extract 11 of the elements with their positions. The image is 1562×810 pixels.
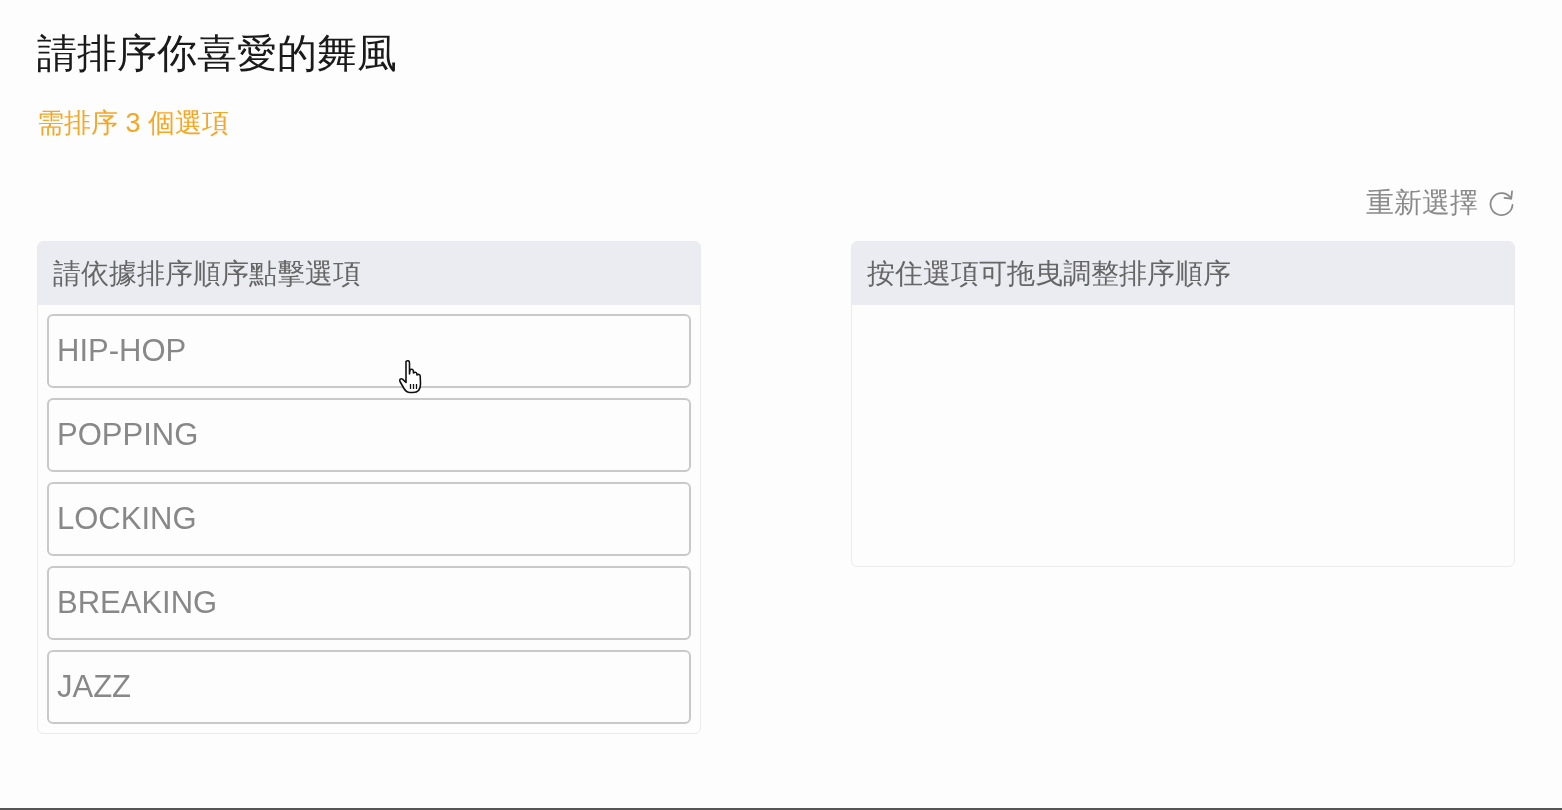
option-item[interactable]: HIP-HOP	[47, 314, 691, 388]
requirement-text: 需排序 3 個選項	[37, 107, 230, 139]
refresh-icon	[1488, 189, 1515, 217]
question-title: 請排序你喜愛的舞風	[37, 30, 397, 77]
option-item[interactable]: JAZZ	[47, 650, 691, 724]
option-item[interactable]: LOCKING	[47, 482, 691, 556]
panel-header: 請依據排序順序點擊選項	[38, 242, 700, 305]
panel-header: 按住選項可拖曳調整排序順序	[852, 242, 1514, 305]
option-item[interactable]: BREAKING	[47, 566, 691, 640]
reset-button[interactable]: 重新選擇	[1366, 185, 1515, 221]
option-item[interactable]: POPPING	[47, 398, 691, 472]
